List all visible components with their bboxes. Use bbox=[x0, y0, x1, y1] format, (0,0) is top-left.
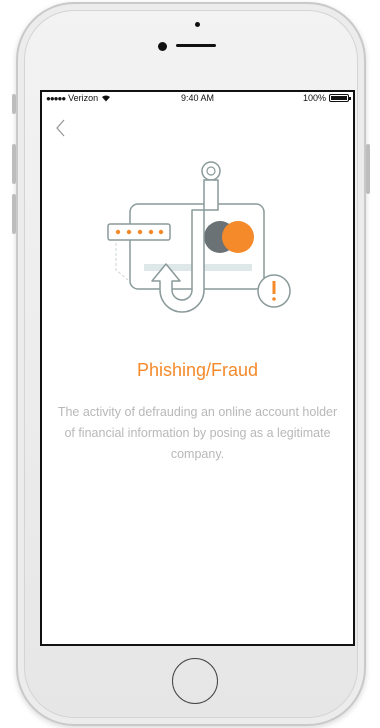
front-camera bbox=[158, 42, 167, 51]
proximity-sensor bbox=[195, 22, 200, 27]
phishing-illustration bbox=[107, 161, 291, 313]
status-bar: ●●●●● Verizon 9:40 AM 100% bbox=[42, 92, 353, 106]
illustration-dash bbox=[115, 243, 129, 281]
battery-percent: 100% bbox=[302, 93, 326, 103]
phone-screen: ●●●●● Verizon 9:40 AM 100% Phishing/Frau… bbox=[40, 90, 355, 646]
volume-down-button bbox=[12, 194, 16, 234]
password-dot bbox=[158, 229, 164, 235]
password-dot bbox=[115, 229, 121, 235]
mute-switch bbox=[12, 94, 16, 114]
card-logo-orange-circle bbox=[222, 221, 254, 253]
earpiece-speaker bbox=[176, 44, 216, 47]
chevron-left-icon bbox=[56, 119, 65, 137]
battery-icon bbox=[329, 94, 351, 102]
password-dot bbox=[137, 229, 143, 235]
status-time: 9:40 AM bbox=[180, 93, 215, 103]
power-button bbox=[366, 144, 370, 194]
volume-up-button bbox=[12, 144, 16, 184]
page-title: Phishing/Fraud bbox=[136, 360, 259, 380]
password-dot bbox=[148, 229, 154, 235]
hook-shank bbox=[203, 179, 219, 211]
page-description: The activity of defrauding an online acc… bbox=[57, 405, 338, 461]
exclamation-mark bbox=[272, 281, 276, 294]
back-button[interactable] bbox=[52, 116, 72, 140]
home-button[interactable] bbox=[172, 658, 218, 704]
password-dot bbox=[126, 229, 132, 235]
